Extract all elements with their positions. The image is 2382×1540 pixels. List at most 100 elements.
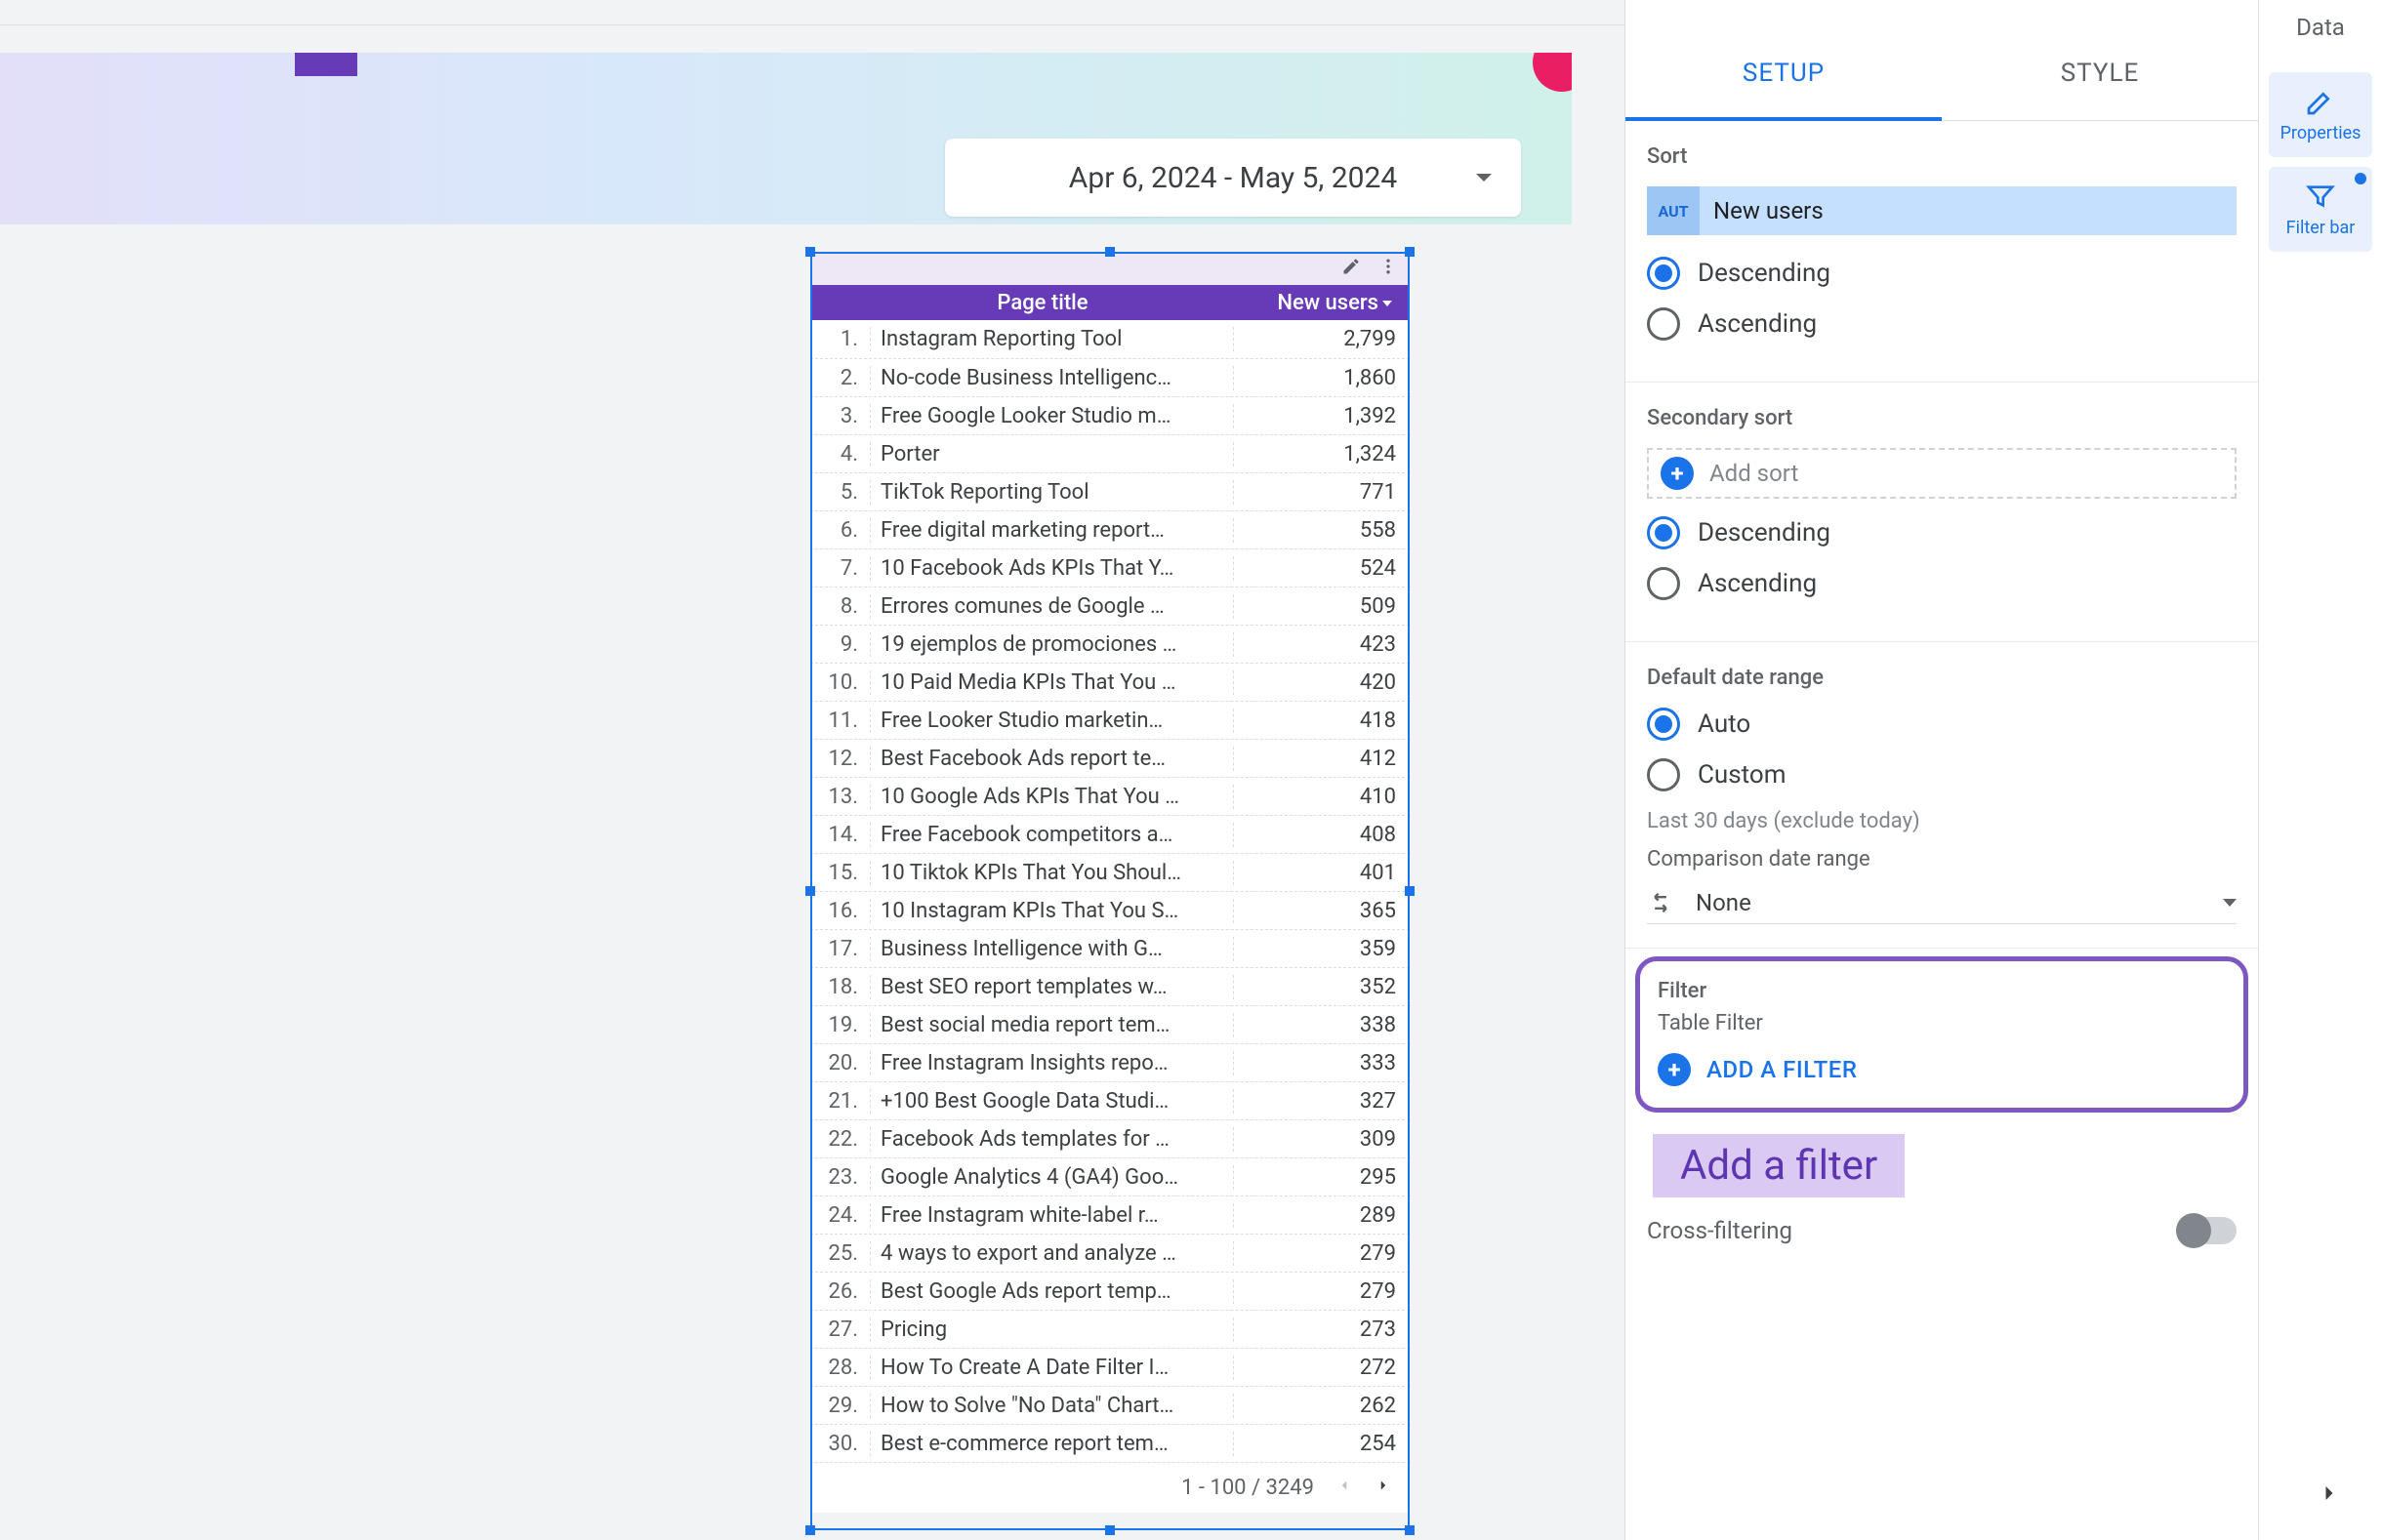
add-sort-button[interactable]: + Add sort xyxy=(1647,448,2237,499)
resize-handle[interactable] xyxy=(1105,1525,1115,1535)
add-filter-button[interactable]: + ADD A FILTER xyxy=(1658,1053,2226,1086)
row-index: 3. xyxy=(810,404,871,428)
resize-handle[interactable] xyxy=(1405,247,1415,257)
chart-toolbar xyxy=(810,252,1410,285)
row-index: 24. xyxy=(810,1203,871,1228)
table-row[interactable]: 2.No-code Business Intelligenc…1,860 xyxy=(810,358,1410,396)
row-new-users: 420 xyxy=(1234,670,1410,695)
comparison-selector[interactable]: None xyxy=(1647,881,2237,924)
tab-setup[interactable]: SETUP xyxy=(1625,25,1942,120)
table-row[interactable]: 17.Business Intelligence with G…359 xyxy=(810,929,1410,967)
annotation-callout: Add a filter xyxy=(1653,1134,1905,1197)
date-auto-radio[interactable]: Auto xyxy=(1647,708,2237,741)
date-custom-radio[interactable]: Custom xyxy=(1647,758,2237,791)
right-rail: Data Properties Filter bar xyxy=(2259,0,2382,1540)
table-row[interactable]: 7.10 Facebook Ads KPIs That Y…524 xyxy=(810,548,1410,587)
table-row[interactable]: 22.Facebook Ads templates for …309 xyxy=(810,1119,1410,1157)
resize-handle[interactable] xyxy=(1405,886,1415,896)
cross-filtering-toggle[interactable] xyxy=(2176,1217,2237,1244)
header-new-users[interactable]: New users xyxy=(1214,291,1410,315)
date-range-title: Default date range xyxy=(1647,666,2237,690)
rail-filterbar-button[interactable]: Filter bar xyxy=(2269,167,2372,252)
row-new-users: 1,860 xyxy=(1234,366,1410,390)
rail-expand-icon[interactable] xyxy=(2316,1479,2343,1511)
row-index: 17. xyxy=(810,937,871,961)
table-row[interactable]: 1.Instagram Reporting Tool2,799 xyxy=(810,320,1410,358)
secondary-asc-radio[interactable]: Ascending xyxy=(1647,567,2237,600)
row-new-users: 509 xyxy=(1234,594,1410,619)
row-page-title: Best Google Ads report temp… xyxy=(871,1279,1234,1304)
secondary-desc-radio[interactable]: Descending xyxy=(1647,516,2237,549)
sort-section: Sort AUT New users Descending Ascending xyxy=(1625,121,2258,383)
resize-handle[interactable] xyxy=(805,247,815,257)
row-new-users: 412 xyxy=(1234,747,1410,771)
next-page-button[interactable] xyxy=(1375,1476,1392,1500)
plus-icon: + xyxy=(1658,1053,1691,1086)
report-canvas[interactable]: Apr 6, 2024 - May 5, 2024 Page title New… xyxy=(0,25,1624,1540)
row-index: 13. xyxy=(810,785,871,809)
row-index: 4. xyxy=(810,442,871,466)
row-page-title: Errores comunes de Google … xyxy=(871,594,1234,619)
table-row[interactable]: 26.Best Google Ads report temp…279 xyxy=(810,1272,1410,1310)
resize-handle[interactable] xyxy=(1405,1525,1415,1535)
table-row[interactable]: 18.Best SEO report templates w…352 xyxy=(810,967,1410,1005)
table-row[interactable]: 4.Porter1,324 xyxy=(810,434,1410,472)
table-row[interactable]: 14.Free Facebook competitors a…408 xyxy=(810,815,1410,853)
edit-icon[interactable] xyxy=(1341,257,1361,280)
row-new-users: 327 xyxy=(1234,1089,1410,1114)
table-row[interactable]: 28.How To Create A Date Filter I…272 xyxy=(810,1348,1410,1386)
sort-asc-radio[interactable]: Ascending xyxy=(1647,307,2237,341)
date-range-picker[interactable]: Apr 6, 2024 - May 5, 2024 xyxy=(945,139,1521,217)
more-icon[interactable] xyxy=(1378,257,1398,280)
row-index: 18. xyxy=(810,975,871,999)
date-hint: Last 30 days (exclude today) xyxy=(1647,809,2237,833)
row-index: 15. xyxy=(810,861,871,885)
table-row[interactable]: 5.TikTok Reporting Tool771 xyxy=(810,472,1410,510)
table-row[interactable]: 8.Errores comunes de Google …509 xyxy=(810,587,1410,625)
row-index: 6. xyxy=(810,518,871,543)
table-row[interactable]: 19.Best social media report tem…338 xyxy=(810,1005,1410,1043)
tab-style[interactable]: STYLE xyxy=(1942,25,2258,120)
table-row[interactable]: 25.4 ways to export and analyze …279 xyxy=(810,1234,1410,1272)
row-index: 26. xyxy=(810,1279,871,1304)
table-row[interactable]: 24.Free Instagram white-label r…289 xyxy=(810,1196,1410,1234)
table-row[interactable]: 3.Free Google Looker Studio m…1,392 xyxy=(810,396,1410,434)
table-row[interactable]: 16.10 Instagram KPIs That You S…365 xyxy=(810,891,1410,929)
resize-handle[interactable] xyxy=(805,886,815,896)
table-row[interactable]: 13.10 Google Ads KPIs That You …410 xyxy=(810,777,1410,815)
sort-desc-radio[interactable]: Descending xyxy=(1647,257,2237,290)
filter-section-highlight: Filter Table Filter + ADD A FILTER xyxy=(1635,956,2248,1113)
table-footer: 1 - 100 / 3249 xyxy=(810,1462,1410,1513)
row-index: 1. xyxy=(810,327,871,351)
secondary-sort-section: Secondary sort + Add sort Descending Asc… xyxy=(1625,383,2258,642)
table-row[interactable]: 12.Best Facebook Ads report te…412 xyxy=(810,739,1410,777)
table-row[interactable]: 21.+100 Best Google Data Studi…327 xyxy=(810,1081,1410,1119)
table-chart[interactable]: Page title New users 1.Instagram Reporti… xyxy=(810,252,1410,1530)
prev-page-button[interactable] xyxy=(1335,1476,1353,1500)
resize-handle[interactable] xyxy=(1105,247,1115,257)
table-row[interactable]: 6.Free digital marketing report…558 xyxy=(810,510,1410,548)
rail-properties-button[interactable]: Properties xyxy=(2269,72,2372,157)
table-row[interactable]: 30.Best e-commerce report tem…254 xyxy=(810,1424,1410,1462)
table-row[interactable]: 11.Free Looker Studio marketin…418 xyxy=(810,701,1410,739)
resize-handle[interactable] xyxy=(805,1525,815,1535)
row-new-users: 279 xyxy=(1234,1241,1410,1266)
table-row[interactable]: 27.Pricing273 xyxy=(810,1310,1410,1348)
header-page-title[interactable]: Page title xyxy=(871,291,1214,315)
table-row[interactable]: 29.How to Solve "No Data" Chart…262 xyxy=(810,1386,1410,1424)
row-index: 28. xyxy=(810,1356,871,1380)
table-row[interactable]: 23.Google Analytics 4 (GA4) Goo…295 xyxy=(810,1157,1410,1196)
row-page-title: 10 Paid Media KPIs That You … xyxy=(871,670,1234,695)
table-header-row: Page title New users xyxy=(810,285,1410,320)
row-index: 16. xyxy=(810,899,871,923)
filter-sub: Table Filter xyxy=(1658,1011,2226,1035)
table-row[interactable]: 9.19 ejemplos de promociones …423 xyxy=(810,625,1410,663)
row-index: 27. xyxy=(810,1317,871,1342)
rail-title: Data xyxy=(2259,0,2382,62)
table-row[interactable]: 10.10 Paid Media KPIs That You …420 xyxy=(810,663,1410,701)
row-page-title: Free Facebook competitors a… xyxy=(871,823,1234,847)
table-row[interactable]: 20.Free Instagram Insights repo…333 xyxy=(810,1043,1410,1081)
table-row[interactable]: 15.10 Tiktok KPIs That You Shoul…401 xyxy=(810,853,1410,891)
row-page-title: Best Facebook Ads report te… xyxy=(871,747,1234,771)
sort-field-chip[interactable]: AUT New users xyxy=(1647,186,2237,235)
